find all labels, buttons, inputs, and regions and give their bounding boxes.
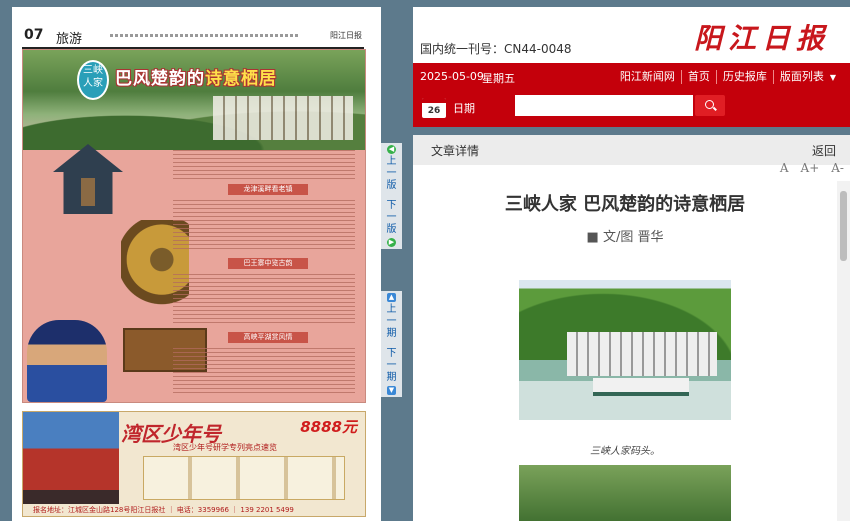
- detail-label: 文章详情: [431, 144, 480, 158]
- ad-footer: 报名地址：江城区金山路128号阳江日报社 ｜ 电话：3359966 ｜ 139 …: [23, 504, 365, 516]
- page-nav: ◀ 上 一 版 下 一 版 ▶: [381, 143, 402, 249]
- search-button[interactable]: [695, 95, 725, 116]
- pagoda-sign: [81, 178, 95, 206]
- page-number: 07: [24, 27, 44, 43]
- article-photo: [519, 280, 731, 420]
- performer-illustration: [27, 320, 107, 402]
- feature-article-area[interactable]: 三峡人家 巴风楚韵的诗意栖居 龙津溪畔看老镇 巴王寨中览古韵 高峡平湖赏风情: [22, 49, 366, 403]
- current-weekday: 星期五: [482, 72, 515, 85]
- text-column: [173, 348, 355, 396]
- arrow-up-icon: ▲: [387, 293, 396, 302]
- date-picker-label[interactable]: 日期: [453, 100, 475, 116]
- header-meta-line: [110, 34, 300, 37]
- issue-nav: ▲ 上 一 期 下 一 期 ▼: [381, 291, 402, 397]
- caret-down-icon: ▼: [829, 73, 836, 82]
- link-news-site[interactable]: 阳江新闻网: [614, 70, 681, 84]
- sub-head: 龙津溪畔看老镇: [228, 184, 308, 195]
- scrollbar-thumb[interactable]: [840, 191, 847, 261]
- feature-badge: 三峡人家: [77, 60, 109, 100]
- text-column: [173, 200, 355, 250]
- prev-page-button[interactable]: 上 一 版: [387, 156, 397, 192]
- feature-title: 巴风楚韵的诗意栖居: [115, 69, 277, 89]
- font-size-controls: A A+ A-: [780, 161, 844, 175]
- article-byline: ■ 文/图 晋华: [586, 230, 664, 245]
- reader-toolbar: 2025-05-09 星期五 阳江新闻网 首页 历史报库 版面列表 ▼ 26 日期: [413, 63, 850, 127]
- photo-caption: 三峡人家码头。: [590, 446, 660, 457]
- current-date: 2025-05-09: [420, 70, 484, 83]
- ad-building-image: [23, 412, 119, 516]
- back-button[interactable]: 返回: [812, 142, 836, 159]
- reader-panel: 国内统一刊号：CN44-0048 阳江日报 2025-05-09 星期五 阳江新…: [413, 7, 850, 521]
- ad-subtitle: 湾区少年号研学专列亮点速览: [173, 443, 277, 452]
- sub-head: 高峡平湖赏风情: [228, 332, 308, 343]
- sub-head: 巴王寨中览古韵: [228, 258, 308, 269]
- article-title: 三峡人家 巴风楚韵的诗意栖居: [504, 194, 746, 215]
- ad-price: 8888元: [300, 418, 357, 436]
- masthead-small: 阳江日报: [330, 31, 362, 40]
- arrow-down-icon: ▼: [387, 386, 396, 395]
- brand-logo: 阳江日报: [693, 22, 830, 55]
- page-header: 07 旅游 阳江日报: [22, 25, 364, 49]
- article-photo-2: [519, 465, 731, 521]
- font-decrease-button[interactable]: A-: [831, 161, 844, 175]
- link-history[interactable]: 历史报库: [715, 70, 773, 84]
- next-issue-button[interactable]: 下 一 期: [387, 348, 397, 384]
- calendar-day: 26: [427, 106, 441, 116]
- scrollbar[interactable]: [837, 181, 850, 521]
- issn-text: 国内统一刊号：CN44-0048: [420, 42, 572, 56]
- text-column: [173, 150, 355, 180]
- text-column: [173, 274, 355, 326]
- link-home[interactable]: 首页: [680, 70, 716, 84]
- link-page-list[interactable]: 版面列表 ▼: [772, 70, 842, 84]
- prev-issue-button[interactable]: 上 一 期: [387, 304, 397, 340]
- font-default-button[interactable]: A: [780, 161, 789, 175]
- arrow-left-icon: ◀: [387, 145, 396, 154]
- reader-header: 国内统一刊号：CN44-0048 阳江日报: [413, 7, 850, 63]
- stilt-houses-image: [213, 96, 353, 140]
- page-section: 旅游: [56, 32, 83, 47]
- advertisement[interactable]: 湾区少年号 8888元 湾区少年号研学专列亮点速览 报名地址：江城区金山路128…: [22, 411, 366, 517]
- top-links: 阳江新闻网 首页 历史报库 版面列表 ▼: [614, 70, 842, 84]
- calendar-icon[interactable]: 26: [422, 98, 446, 118]
- font-increase-button[interactable]: A+: [801, 161, 820, 175]
- search-icon: [705, 100, 714, 109]
- ad-feature-boxes: [143, 456, 345, 500]
- next-page-button[interactable]: 下 一 版: [387, 200, 397, 236]
- search-input[interactable]: [515, 95, 693, 116]
- newspaper-page[interactable]: 07 旅游 阳江日报 三峡人家 巴风楚韵的诗意栖居 龙津溪畔看老镇 巴王寨中览古…: [12, 7, 381, 521]
- arrow-right-icon: ▶: [387, 238, 396, 247]
